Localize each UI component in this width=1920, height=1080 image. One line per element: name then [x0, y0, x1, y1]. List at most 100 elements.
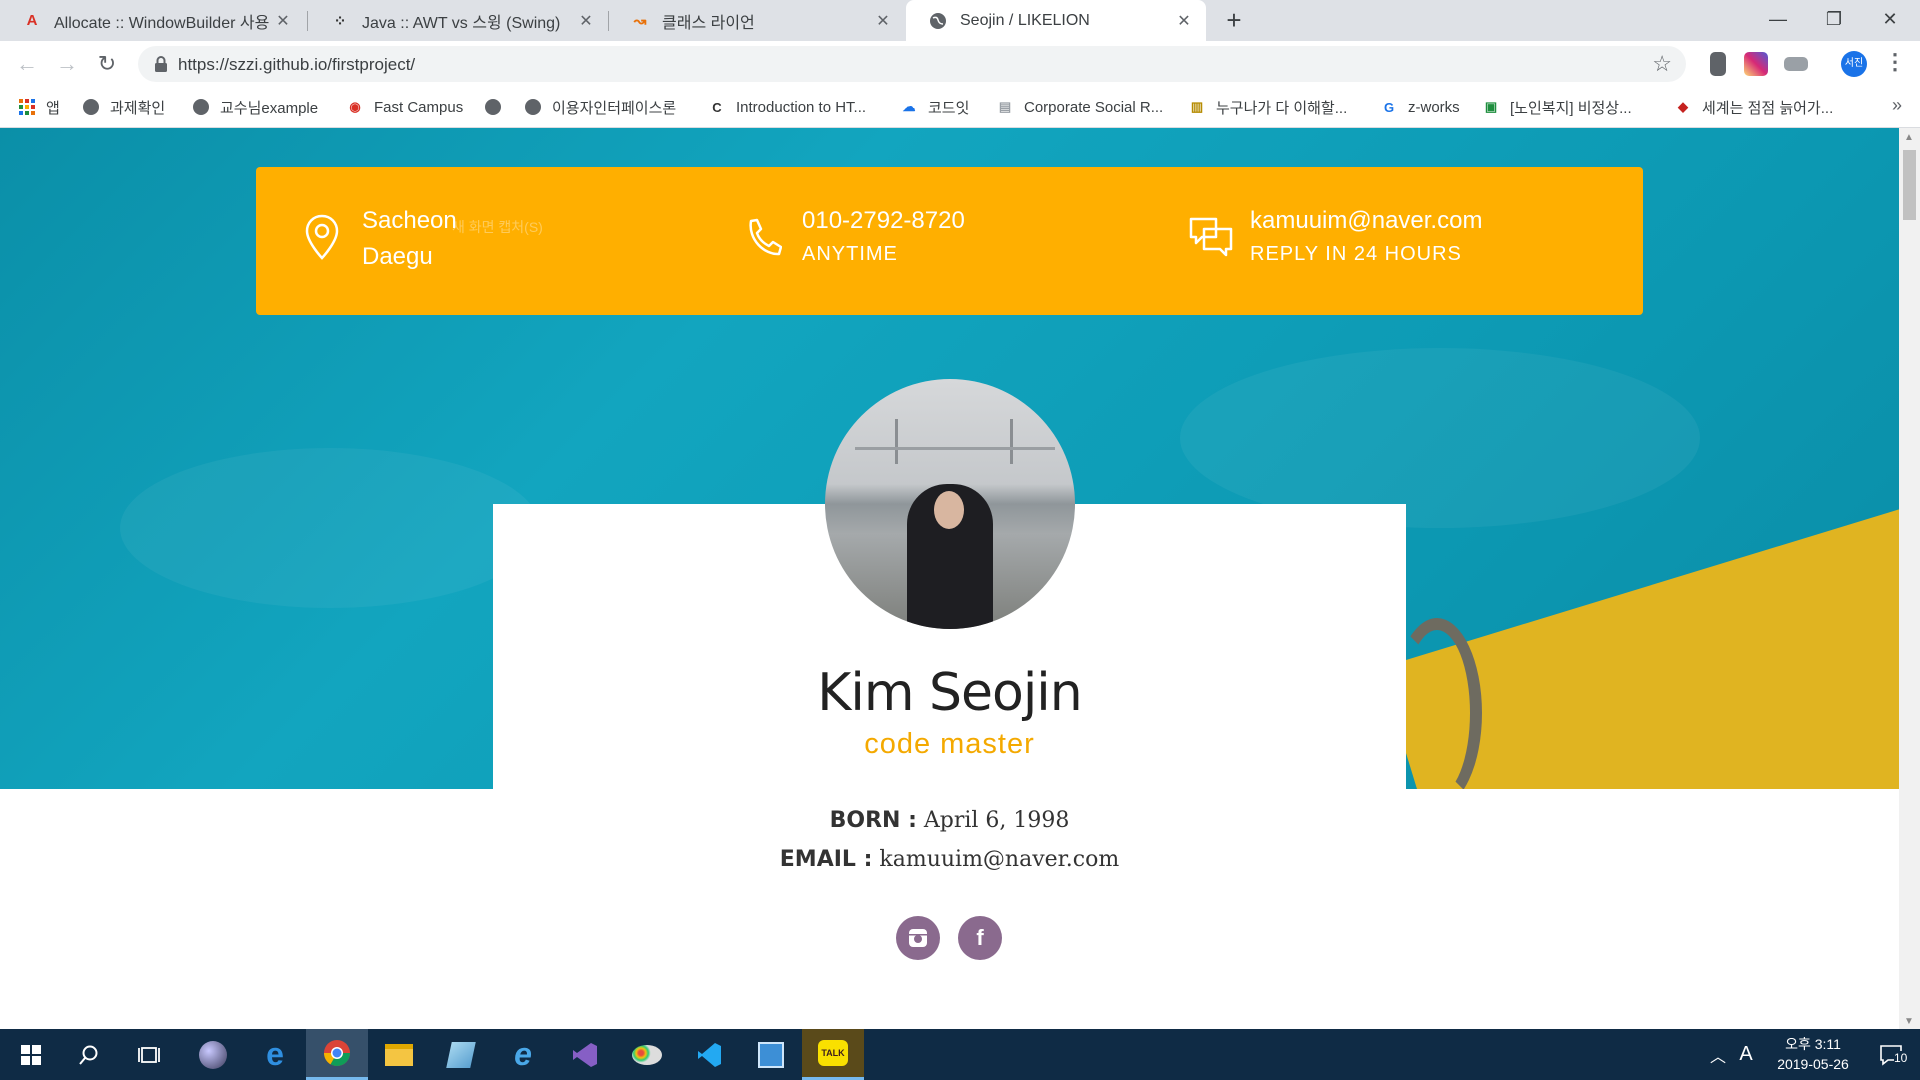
tab-title: Java :: AWT vs 스윙 (Swing)	[362, 14, 561, 32]
cast-icon[interactable]	[1784, 57, 1808, 71]
profile-avatar[interactable]: 서진	[1841, 51, 1867, 77]
taskbar-app-reader[interactable]	[740, 1029, 802, 1080]
restore-button[interactable]: ❐	[1806, 0, 1862, 41]
taskbar-app-notes[interactable]	[430, 1029, 492, 1080]
instagram-button[interactable]	[896, 916, 940, 960]
phone-availability: ANYTIME	[802, 243, 898, 265]
bookmark-apps[interactable]: 앱	[18, 87, 60, 127]
menu-icon[interactable]: ⋮	[1884, 49, 1906, 75]
reader-icon	[758, 1041, 784, 1068]
close-icon[interactable]: ✕	[1174, 11, 1194, 31]
extension-icon[interactable]	[1710, 52, 1726, 76]
close-icon[interactable]: ✕	[873, 11, 893, 31]
bookmark-item[interactable]: ◆ 세계는 점점 늙어가...	[1674, 87, 1833, 127]
browser-toolbar: ← → ↻ https://szzi.github.io/firstprojec…	[0, 41, 1920, 87]
close-icon[interactable]: ✕	[273, 11, 293, 31]
notification-center-button[interactable]: 10	[1866, 1029, 1916, 1080]
close-window-button[interactable]: ✕	[1862, 0, 1918, 41]
naver-blog-icon: ▣	[1484, 99, 1498, 114]
visual-studio-icon	[573, 1042, 597, 1067]
taskbar-app-paint[interactable]	[616, 1029, 678, 1080]
email-address[interactable]: kamuuim@naver.com	[1250, 207, 1482, 235]
phone-number: 010-2792-8720	[802, 207, 965, 234]
instagram-extension-icon[interactable]	[1744, 52, 1768, 76]
doc-icon: ▤	[998, 99, 1012, 114]
faint-overlay-text: 새 화면 캡처(S)	[452, 219, 543, 235]
windows-taskbar: e e TALK ︿ A 오후 3:11 2019-05-26 10	[0, 1029, 1920, 1080]
bookmark-item[interactable]: 교수님example	[192, 87, 318, 127]
bookmark-item[interactable]: G z-works	[1380, 87, 1460, 127]
taskbar-app-kakaotalk[interactable]: TALK	[802, 1029, 864, 1080]
codeit-logo-icon: ☁	[902, 99, 916, 114]
start-button[interactable]	[0, 1029, 62, 1080]
bookmark-item[interactable]: 과제확인	[82, 87, 165, 127]
bookmark-item[interactable]: C Introduction to HT...	[708, 87, 866, 127]
bookmark-star-icon[interactable]: ☆	[1652, 51, 1672, 77]
map-pin-icon	[305, 214, 339, 260]
search-button[interactable]	[58, 1029, 120, 1080]
address-bar[interactable]: https://szzi.github.io/firstproject/ ☆	[138, 46, 1686, 82]
notification-count: 10	[1894, 1051, 1908, 1065]
clock-date: 2019-05-26	[1777, 1056, 1849, 1072]
globe-icon	[484, 98, 502, 116]
bookmark-label: 과제확인	[110, 99, 166, 117]
scrollbar-thumb[interactable]	[1903, 150, 1916, 220]
vertical-scrollbar[interactable]: ▲ ▼	[1899, 128, 1920, 1029]
bookmark-item[interactable]: ▤ Corporate Social R...	[996, 87, 1163, 127]
minimize-button[interactable]: —	[1750, 0, 1806, 41]
instagram-icon	[909, 929, 927, 947]
new-tab-button[interactable]: +	[1220, 6, 1248, 34]
bookmark-label: Corporate Social R...	[1024, 98, 1164, 116]
globe-icon	[928, 11, 948, 31]
windows-logo-icon	[21, 1044, 41, 1065]
bookmark-item[interactable]	[484, 87, 512, 127]
tab-java[interactable]: ⁘ Java :: AWT vs 스윙 (Swing) ✕	[308, 0, 608, 41]
taskbar-app-sphere[interactable]	[182, 1029, 244, 1080]
born-value: April 6, 1998	[923, 808, 1070, 833]
taskbar-app-explorer[interactable]	[368, 1029, 430, 1080]
bookmark-label: Introduction to HT...	[736, 98, 867, 116]
taskbar-app-ie[interactable]: e	[492, 1029, 554, 1080]
facebook-icon: f	[976, 925, 984, 950]
reload-button[interactable]: ↻	[92, 49, 122, 79]
profile-name: Kim Seojin	[817, 663, 1082, 723]
search-icon	[79, 1045, 98, 1065]
location-line1: Sacheon	[362, 207, 457, 234]
chevron-more-icon[interactable]: »	[1892, 95, 1902, 116]
facebook-button[interactable]: f	[958, 916, 1002, 960]
bookmark-item[interactable]: ☁ 코드잇	[900, 87, 970, 127]
bookmark-item[interactable]: 이용자인터페이스론	[524, 87, 676, 127]
system-clock[interactable]: 오후 3:11 2019-05-26	[1758, 1034, 1868, 1074]
tab-seojin[interactable]: Seojin / LIKELION ✕	[906, 0, 1206, 41]
contact-email: kamuuim@naver.com REPLY IN 24 HOURS	[1156, 167, 1643, 315]
paint-icon	[632, 1044, 662, 1065]
bookmark-label: Fast Campus	[374, 98, 464, 116]
globe-icon	[524, 98, 542, 116]
bookmark-item[interactable]: ▣ [노인복지] 비정상...	[1482, 87, 1632, 127]
bookmark-item[interactable]: ◉ Fast Campus	[346, 87, 463, 127]
vscode-icon	[698, 1042, 721, 1067]
forward-button[interactable]: →	[52, 49, 82, 79]
tab-classlion[interactable]: ↝ 클래스 라이언 ✕	[608, 0, 905, 41]
bookmark-label: 누구나가 다 이해할...	[1216, 99, 1348, 117]
c-logo-icon: C	[712, 99, 722, 115]
ime-indicator[interactable]: A	[1734, 1029, 1758, 1080]
translate-icon: G	[1383, 99, 1395, 115]
chat-bubbles-icon	[1189, 217, 1233, 257]
email-row: EMAIL : kamuuim@naver.com	[0, 847, 1899, 872]
taskbar-app-visual-studio[interactable]	[554, 1029, 616, 1080]
bookmark-label: 코드잇	[928, 99, 970, 117]
taskbar-app-chrome[interactable]	[306, 1029, 368, 1080]
taskbar-app-vscode[interactable]	[678, 1029, 740, 1080]
email-value: kamuuim@naver.com	[879, 847, 1120, 872]
born-label: BORN :	[829, 808, 917, 833]
task-view-button[interactable]	[118, 1029, 180, 1080]
tab-allocate[interactable]: A Allocate :: WindowBuilder 사용 ✕	[0, 0, 305, 41]
taskbar-app-edge[interactable]: e	[244, 1029, 306, 1080]
back-button[interactable]: ←	[12, 49, 42, 79]
bookmark-item[interactable]: ▥ 누구나가 다 이해할...	[1188, 87, 1347, 127]
lock-icon	[155, 56, 167, 72]
email-label: EMAIL :	[779, 847, 873, 872]
tray-chevron-icon[interactable]: ︿	[1706, 1029, 1730, 1080]
close-icon[interactable]: ✕	[576, 11, 596, 31]
